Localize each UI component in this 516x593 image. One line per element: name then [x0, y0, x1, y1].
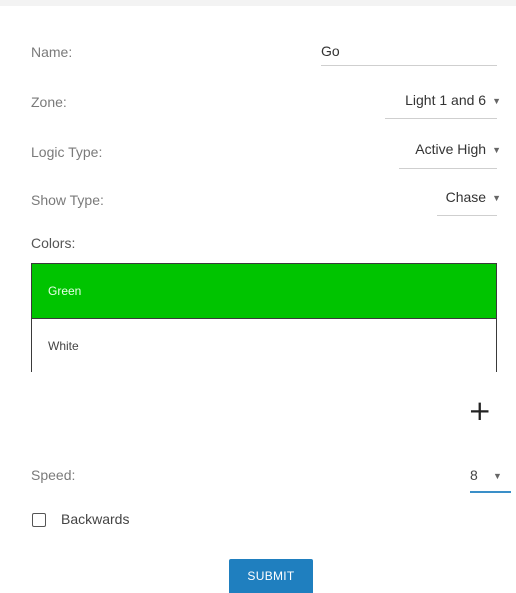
colors-label: Colors: [31, 235, 76, 251]
top-divider [0, 0, 516, 6]
submit-button[interactable]: SUBMIT [229, 559, 313, 593]
color-item-white[interactable]: White [32, 319, 496, 373]
plus-icon[interactable]: + [468, 397, 491, 425]
color-item-label: Green [48, 284, 82, 298]
speed-select[interactable]: 8 ▼ [470, 465, 511, 493]
speed-value: 8 [470, 467, 478, 483]
zone-underline [385, 118, 497, 119]
color-item-label: White [48, 339, 79, 353]
name-label: Name: [31, 44, 73, 60]
logic-type-label: Logic Type: [31, 144, 103, 160]
chevron-down-icon: ▼ [492, 145, 501, 156]
logic-type-underline [399, 168, 497, 169]
show-type-label: Show Type: [31, 192, 104, 208]
show-type-select[interactable]: Chase ▼ [446, 189, 501, 205]
logic-type-select[interactable]: Active High ▼ [415, 141, 501, 157]
name-underline [321, 65, 497, 66]
zone-select[interactable]: Light 1 and 6 ▼ [405, 92, 501, 108]
zone-value: Light 1 and 6 [405, 92, 487, 108]
colors-list: Green White [31, 263, 497, 373]
logic-type-value: Active High [415, 141, 487, 157]
speed-label: Speed: [31, 467, 76, 483]
name-input[interactable] [321, 39, 495, 63]
show-type-value: Chase [445, 189, 487, 205]
chevron-down-icon: ▼ [492, 193, 501, 204]
chevron-down-icon: ▼ [493, 471, 502, 481]
chevron-down-icon: ▼ [492, 96, 501, 107]
zone-label: Zone: [31, 94, 67, 110]
color-item-green[interactable]: Green [32, 264, 496, 319]
show-type-underline [437, 215, 497, 216]
backwards-label[interactable]: Backwards [61, 511, 129, 527]
backwards-checkbox[interactable] [32, 513, 46, 527]
